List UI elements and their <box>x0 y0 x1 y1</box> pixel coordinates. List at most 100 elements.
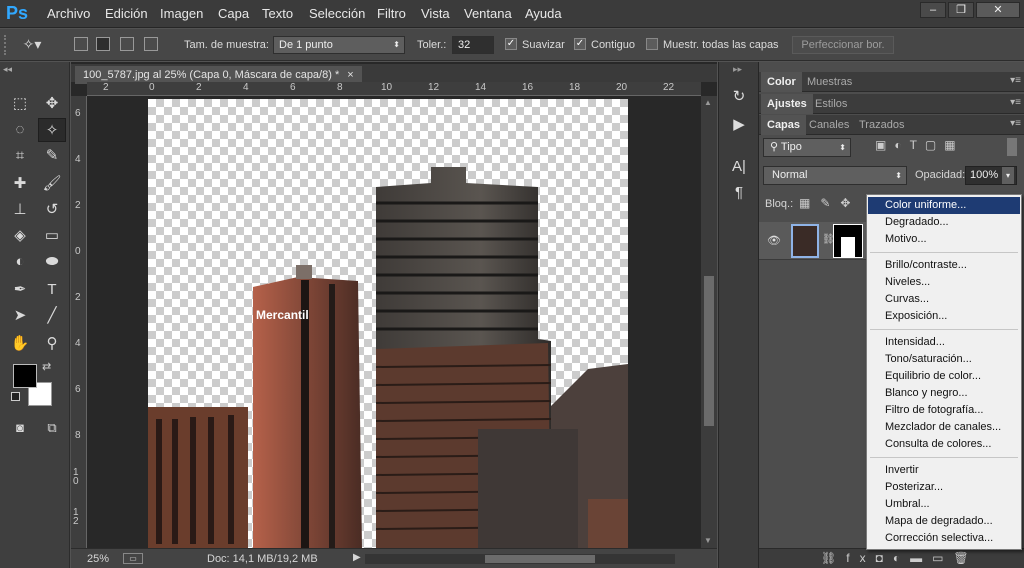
scroll-down-icon[interactable]: ▼ <box>704 536 712 545</box>
add-selection-icon[interactable] <box>96 37 110 51</box>
doc-info-icon[interactable]: ▭ <box>123 553 143 564</box>
panel-menu-icon[interactable]: ▾≡ <box>1010 75 1021 86</box>
paragraph-panel-icon[interactable]: ¶ <box>727 182 751 204</box>
actions-panel-icon[interactable]: ▶ <box>727 114 751 136</box>
layer-row[interactable]: 👁 ⛓ <box>759 222 867 260</box>
new-selection-icon[interactable] <box>74 37 88 51</box>
menu-item-posterizar[interactable]: Posterizar... <box>868 479 1020 496</box>
restore-button[interactable]: ❐ <box>948 2 974 18</box>
history-brush-icon[interactable]: ↺ <box>38 198 66 222</box>
subtract-selection-icon[interactable] <box>120 37 134 51</box>
default-colors-icon[interactable] <box>11 392 20 401</box>
tab-muestras[interactable]: Muestras <box>801 72 858 92</box>
eyedropper-tool-icon[interactable]: ✎ <box>38 144 66 168</box>
layer-thumbnail[interactable] <box>791 224 819 258</box>
status-menu-icon[interactable]: ▶ <box>353 552 361 563</box>
layer-filter-select[interactable]: ⚲ Tipo ⬍ <box>763 138 851 157</box>
crop-tool-icon[interactable]: ⌗ <box>6 144 34 168</box>
blend-mode-select[interactable]: Normal ⬍ <box>763 166 907 185</box>
menu-item-equilibrio-color[interactable]: Equilibrio de color... <box>868 368 1020 385</box>
history-panel-icon[interactable]: ↻ <box>727 86 751 108</box>
close-tab-icon[interactable]: × <box>347 69 353 81</box>
panel-menu-icon[interactable]: ▾≡ <box>1010 97 1021 108</box>
line-tool-icon[interactable]: ╱ <box>38 304 66 328</box>
swap-colors-icon[interactable]: ⇄ <box>42 360 51 373</box>
character-panel-icon[interactable]: A| <box>727 156 751 178</box>
magic-wand-preset-icon[interactable]: ✧▾ <box>18 32 46 56</box>
close-window-button[interactable]: ✕ <box>976 2 1020 18</box>
magic-wand-tool-icon[interactable]: ✧ <box>38 118 66 142</box>
menu-item-consulta-colores[interactable]: Consulta de colores... <box>868 436 1020 453</box>
menu-item-color-uniforme[interactable]: Color uniforme... <box>868 197 1020 214</box>
vertical-scrollbar[interactable]: ▲ ▼ <box>701 96 717 548</box>
menu-edicion[interactable]: Edición <box>105 6 148 21</box>
menu-item-filtro-fotografia[interactable]: Filtro de fotografía... <box>868 402 1020 419</box>
menu-filtro[interactable]: Filtro <box>377 6 406 21</box>
quick-mask-icon[interactable]: ◙ <box>6 416 34 440</box>
menu-ventana[interactable]: Ventana <box>464 6 512 21</box>
type-tool-icon[interactable]: T <box>38 278 66 302</box>
menu-texto[interactable]: Texto <box>262 6 293 21</box>
tab-capas[interactable]: Capas <box>761 115 807 135</box>
menu-item-curvas[interactable]: Curvas... <box>868 291 1020 308</box>
scroll-up-icon[interactable]: ▲ <box>704 98 712 107</box>
pen-tool-icon[interactable]: ✒ <box>6 278 34 302</box>
visibility-eye-icon[interactable]: 👁 <box>767 234 781 247</box>
tab-ajustes[interactable]: Ajustes <box>761 94 813 114</box>
brush-tool-icon[interactable]: 🖌 <box>38 172 66 196</box>
marquee-tool-icon[interactable]: ⬚ <box>6 92 34 116</box>
sample-size-select[interactable]: De 1 punto ⬍ <box>273 36 405 54</box>
menu-vista[interactable]: Vista <box>421 6 450 21</box>
screen-mode-icon[interactable]: ⧉ <box>38 416 66 440</box>
sample-all-layers-checkbox[interactable] <box>646 38 658 50</box>
tab-estilos[interactable]: Estilos <box>809 94 853 114</box>
move-tool-icon[interactable]: ✥ <box>38 92 66 116</box>
menu-item-tono-saturacion[interactable]: Tono/saturación... <box>868 351 1020 368</box>
menu-imagen[interactable]: Imagen <box>160 6 203 21</box>
healing-brush-icon[interactable]: ✚ <box>6 172 34 196</box>
eraser-tool-icon[interactable]: ◈ <box>6 224 34 248</box>
intersect-selection-icon[interactable] <box>144 37 158 51</box>
menu-item-invertir[interactable]: Invertir <box>868 462 1020 479</box>
clone-stamp-icon[interactable]: ⊥ <box>6 198 34 222</box>
panel-menu-icon[interactable]: ▾≡ <box>1010 118 1021 129</box>
horizontal-scrollbar[interactable] <box>365 554 675 564</box>
path-selection-icon[interactable]: ➤ <box>6 304 34 328</box>
menu-archivo[interactable]: Archivo <box>47 6 90 21</box>
layer-filter-icons[interactable]: ▣◐T▢▦ <box>875 138 964 152</box>
opacity-input[interactable]: 100% ▾ <box>965 166 1017 185</box>
zoom-level[interactable]: 25% <box>87 553 109 565</box>
image-canvas[interactable]: Mercantil <box>148 99 628 549</box>
expand-panels-icon[interactable]: ▸▸ <box>733 64 742 75</box>
lasso-tool-icon[interactable]: ◌ <box>6 118 34 142</box>
foreground-color-swatch[interactable] <box>13 364 37 388</box>
tab-color[interactable]: Color <box>761 72 802 92</box>
menu-item-correccion-selectiva[interactable]: Corrección selectiva... <box>868 530 1020 547</box>
menu-item-mezclador-canales[interactable]: Mezclador de canales... <box>868 419 1020 436</box>
blur-tool-icon[interactable]: ◐ <box>6 250 34 274</box>
antialias-checkbox[interactable]: ✓ <box>505 38 517 50</box>
menu-item-brillo-contraste[interactable]: Brillo/contraste... <box>868 257 1020 274</box>
vertical-scroll-thumb[interactable] <box>704 276 714 426</box>
zoom-tool-icon[interactable]: ⚲ <box>38 332 66 356</box>
menu-capa[interactable]: Capa <box>218 6 249 21</box>
contiguous-checkbox[interactable]: ✓ <box>574 38 586 50</box>
collapse-toolbox-icon[interactable]: ◂◂ <box>3 64 12 75</box>
filter-toggle-icon[interactable] <box>1007 138 1017 156</box>
refine-edge-button[interactable]: Perfeccionar bor. <box>792 36 894 54</box>
tolerance-input[interactable]: 32 <box>452 36 494 54</box>
menu-item-motivo[interactable]: Motivo... <box>868 231 1020 248</box>
gradient-tool-icon[interactable]: ▭ <box>38 224 66 248</box>
menu-item-exposicion[interactable]: Exposición... <box>868 308 1020 325</box>
minimize-button[interactable]: – <box>920 2 946 18</box>
menu-seleccion[interactable]: Selección <box>309 6 365 21</box>
menu-ayuda[interactable]: Ayuda <box>525 6 562 21</box>
layers-footer-icons[interactable]: ⛓fx◘◐▬▭🗑 <box>759 548 1024 568</box>
tab-canales[interactable]: Canales <box>803 115 855 135</box>
lock-icons[interactable]: ▦✎✥ <box>799 196 860 210</box>
menu-item-intensidad[interactable]: Intensidad... <box>868 334 1020 351</box>
menu-item-mapa-degradado[interactable]: Mapa de degradado... <box>868 513 1020 530</box>
menu-item-umbral[interactable]: Umbral... <box>868 496 1020 513</box>
menu-item-blanco-negro[interactable]: Blanco y negro... <box>868 385 1020 402</box>
tab-trazados[interactable]: Trazados <box>853 115 910 135</box>
